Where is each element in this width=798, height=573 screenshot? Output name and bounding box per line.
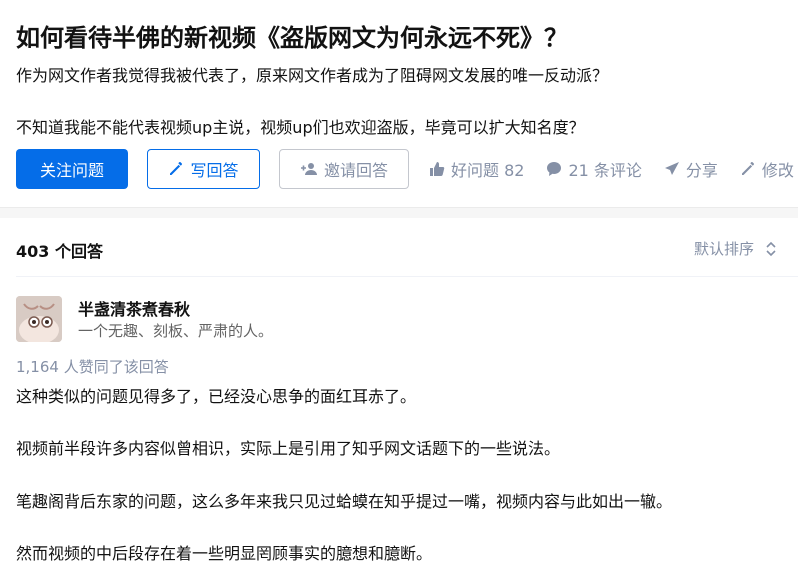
sort-label: 默认排序 [693, 240, 754, 258]
edit-label: 修改 [761, 161, 794, 180]
vote-count: 1,164 人赞同了该回答 [16, 358, 169, 376]
question-header: 如何看待半佛的新视频《盗版网文为何永远不死》？ 作为网文作者我觉得我被代表了，原… [0, 0, 798, 207]
sort-dropdown[interactable]: 默认排序 [694, 238, 776, 259]
write-answer-button[interactable]: 写回答 [147, 149, 260, 189]
section-divider [0, 207, 798, 218]
answer-paragraph: 然而视频的中后段存在着一些明显罔顾事实的臆想和臆断。 [16, 544, 433, 563]
comments-label: 21 条评论 [568, 161, 642, 180]
answer-paragraph: 这种类似的问题见得多了，已经没心思争的面红耳赤了。 [16, 387, 417, 406]
question-actions: 关注问题 写回答 邀请回答 好问题 82 21 条评论 分享 修改 [16, 149, 794, 189]
pencil-icon [741, 162, 754, 175]
author-name[interactable]: 半盏清茶煮春秋 [78, 296, 190, 320]
pencil-icon [170, 162, 183, 175]
good-question-label: 好问题 82 [451, 161, 525, 180]
share-label: 分享 [685, 161, 718, 180]
write-answer-label: 写回答 [190, 161, 239, 180]
question-detail-line: 作为网文作者我觉得我被代表了，原来网文作者成为了阻碍网文发展的唯一反动派？ [16, 66, 609, 85]
divider [16, 276, 798, 277]
thumb-up-icon [430, 162, 445, 176]
answers-header: 403 个回答 默认排序 [0, 218, 798, 276]
share-button[interactable]: 分享 [664, 157, 718, 181]
add-user-icon [300, 163, 317, 175]
answer-paragraph: 视频前半段许多内容似曾相识，实际上是引用了知乎网文话题下的一些说法。 [16, 439, 561, 458]
comment-icon [547, 162, 562, 176]
invite-answer-label: 邀请回答 [323, 161, 388, 180]
send-icon [664, 162, 679, 175]
avatar[interactable] [16, 296, 62, 342]
edit-question-button[interactable]: 修改 [740, 157, 794, 181]
question-detail-line: 不知道我能不能代表视频up主说，视频up们也欢迎盗版，毕竟可以扩大知名度？ [16, 118, 585, 137]
good-question-button[interactable]: 好问题 82 [429, 157, 524, 181]
comments-button[interactable]: 21 条评论 [546, 157, 642, 181]
chevron-updown-icon [766, 241, 776, 256]
answer-paragraph: 笔趣阁背后东家的问题，这么多年来我只见过蛤蟆在知乎提过一嘴，视频内容与此如出一辙… [16, 492, 673, 511]
invite-answer-button[interactable]: 邀请回答 [279, 149, 409, 189]
avatar-image [16, 296, 62, 342]
answers-count: 403 个回答 [16, 242, 103, 261]
follow-question-button[interactable]: 关注问题 [16, 149, 128, 189]
question-title[interactable]: 如何看待半佛的新视频《盗版网文为何永远不死》？ [16, 20, 568, 56]
follow-label: 关注问题 [39, 161, 104, 180]
author-bio: 一个无趣、刻板、严肃的人。 [78, 322, 274, 340]
